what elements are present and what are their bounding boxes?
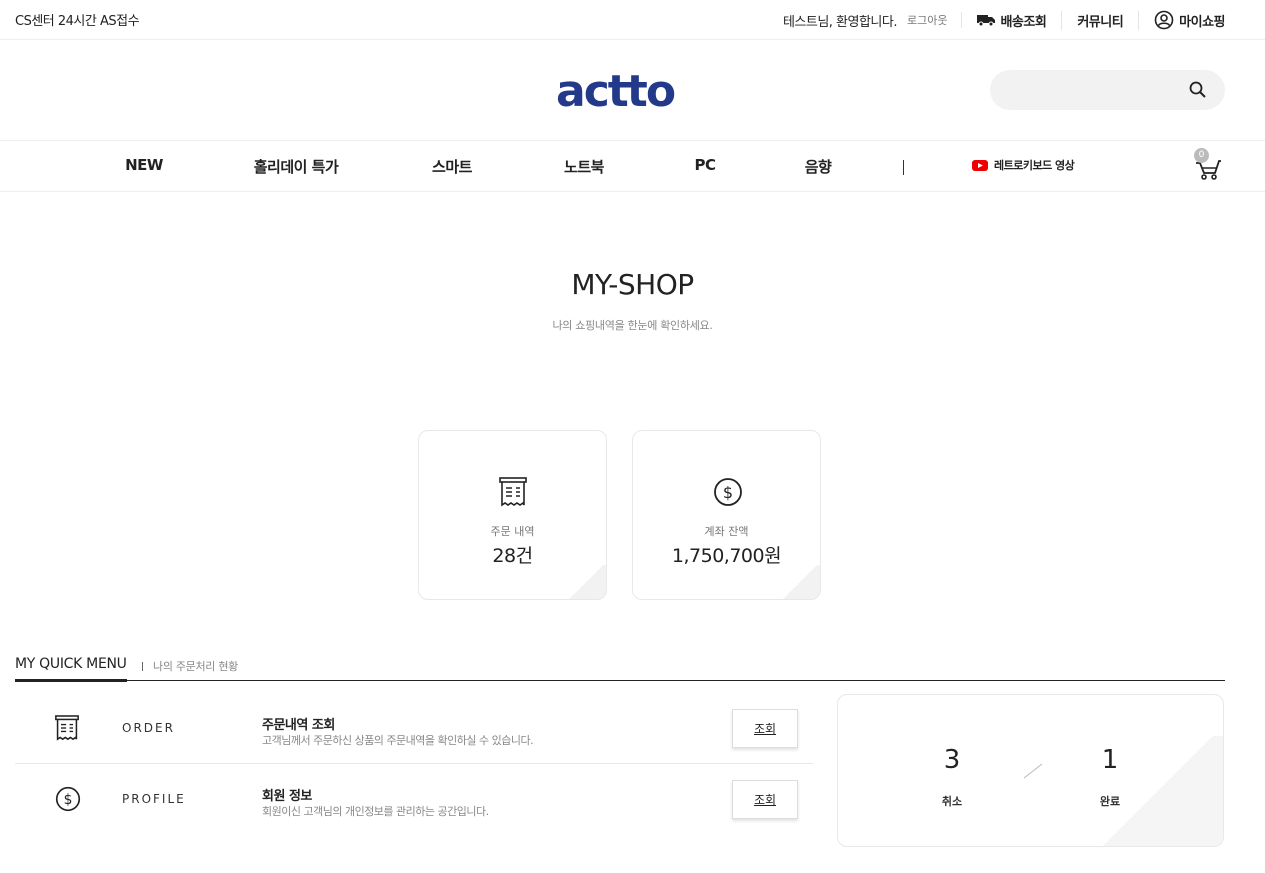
logout-link[interactable]: 로그아웃 (907, 12, 963, 28)
delivery-tracking-link[interactable]: 배송조회 (962, 10, 1063, 30)
account-balance-card[interactable]: $ 계좌 잔액 1,750,700원 (632, 430, 821, 600)
cart-button[interactable]: 0 (1194, 148, 1222, 181)
actto-logo[interactable]: actto (556, 66, 686, 117)
account-balance-label: 계좌 잔액 (704, 525, 749, 538)
myshopping-link[interactable]: 마이쇼핑 (1139, 10, 1225, 30)
retro-keyboard-video-link[interactable]: 레트로키보드 영상 (972, 157, 1075, 173)
card-corner-fold (566, 565, 606, 599)
status-divider-slash (1023, 763, 1043, 779)
account-balance-value: 1,750,700원 (671, 545, 782, 567)
svg-text:$: $ (723, 483, 733, 502)
quick-menu-subtitle: 나의 주문처리 현황 (153, 660, 238, 673)
nav-divider (903, 160, 904, 175)
profile-view-button[interactable]: 조회 (732, 780, 798, 819)
video-link-label: 레트로키보드 영상 (994, 159, 1075, 172)
dollar-circle-icon: $ (714, 478, 742, 506)
dollar-circle-icon: $ (55, 786, 81, 812)
top-bar: CS센터 24시간 AS접수 테스트님, 환영합니다. 로그아웃 배송조회 커뮤… (0, 0, 1265, 40)
page-subtitle: 나의 쇼핑내역을 한눈에 확인하세요. (552, 319, 713, 332)
nav-item-holiday-sale[interactable]: 홀리데이 특가 (254, 156, 339, 177)
quick-menu-separator (142, 662, 143, 671)
header: actto (0, 41, 1265, 141)
quick-menu-row-profile: $ PROFILE 회원 정보 회원이신 고객님의 개인정보를 관리하는 공간입… (15, 765, 813, 835)
complete-label: 완료 (1099, 795, 1121, 808)
search-box (990, 70, 1225, 110)
profile-key-label: PROFILE (122, 792, 186, 806)
svg-text:$: $ (64, 792, 73, 808)
complete-count[interactable]: 1 (1080, 745, 1140, 775)
youtube-icon (972, 159, 988, 171)
truck-icon (977, 15, 996, 26)
quick-menu-title: MY QUICK MENU (15, 656, 127, 682)
order-name: 주문내역 조회 (262, 718, 335, 733)
order-description: 고객님께서 주문하신 상품의 주문내역을 확인하실 수 있습니다. (262, 734, 534, 747)
receipt-icon (499, 477, 527, 507)
quick-menu-header: MY QUICK MENU 나의 주문처리 현황 (15, 654, 1225, 682)
order-history-label: 주문 내역 (490, 525, 535, 538)
page-title: MY-SHOP (571, 268, 694, 301)
cs-center-text[interactable]: CS센터 24시간 AS접수 (15, 10, 140, 29)
order-key-label: ORDER (122, 721, 175, 735)
order-view-button[interactable]: 조회 (732, 709, 798, 748)
order-history-value: 28건 (492, 545, 533, 567)
nav-item-audio[interactable]: 음향 (805, 156, 832, 177)
search-input[interactable] (1006, 78, 1176, 102)
cart-count-badge: 0 (1194, 148, 1209, 163)
order-status-box: 3 취소 1 완료 (837, 694, 1224, 847)
search-icon[interactable] (1189, 81, 1207, 99)
order-history-card[interactable]: 주문 내역 28건 (418, 430, 607, 600)
profile-name: 회원 정보 (262, 789, 312, 804)
cancel-label: 취소 (941, 795, 963, 808)
community-link[interactable]: 커뮤니티 (1062, 10, 1140, 30)
myshopping-label: 마이쇼핑 (1179, 14, 1225, 30)
receipt-icon (55, 715, 79, 741)
welcome-text: 테스트님, 환영합니다. (782, 14, 898, 30)
cancel-count[interactable]: 3 (922, 745, 982, 775)
top-bar-user-links: 테스트님, 환영합니다. 로그아웃 배송조회 커뮤니티 마이쇼핑 (783, 0, 1225, 40)
main-nav: NEW 홀리데이 특가 스마트 노트북 PC 음향 레트로키보드 영상 0 (0, 141, 1265, 192)
nav-item-notebook[interactable]: 노트북 (564, 156, 604, 177)
quick-menu-row-order: ORDER 주문내역 조회 고객님께서 주문하신 상품의 주문내역을 확인하실 … (15, 694, 813, 764)
nav-item-smart[interactable]: 스마트 (432, 156, 472, 177)
user-circle-icon (1154, 10, 1174, 30)
card-corner-fold (780, 565, 820, 599)
profile-description: 회원이신 고객님의 개인정보를 관리하는 공간입니다. (262, 805, 489, 818)
nav-item-pc[interactable]: PC (694, 156, 716, 174)
nav-item-new[interactable]: NEW (125, 156, 163, 174)
svg-text:actto: actto (556, 68, 675, 114)
delivery-label: 배송조회 (1000, 14, 1047, 30)
